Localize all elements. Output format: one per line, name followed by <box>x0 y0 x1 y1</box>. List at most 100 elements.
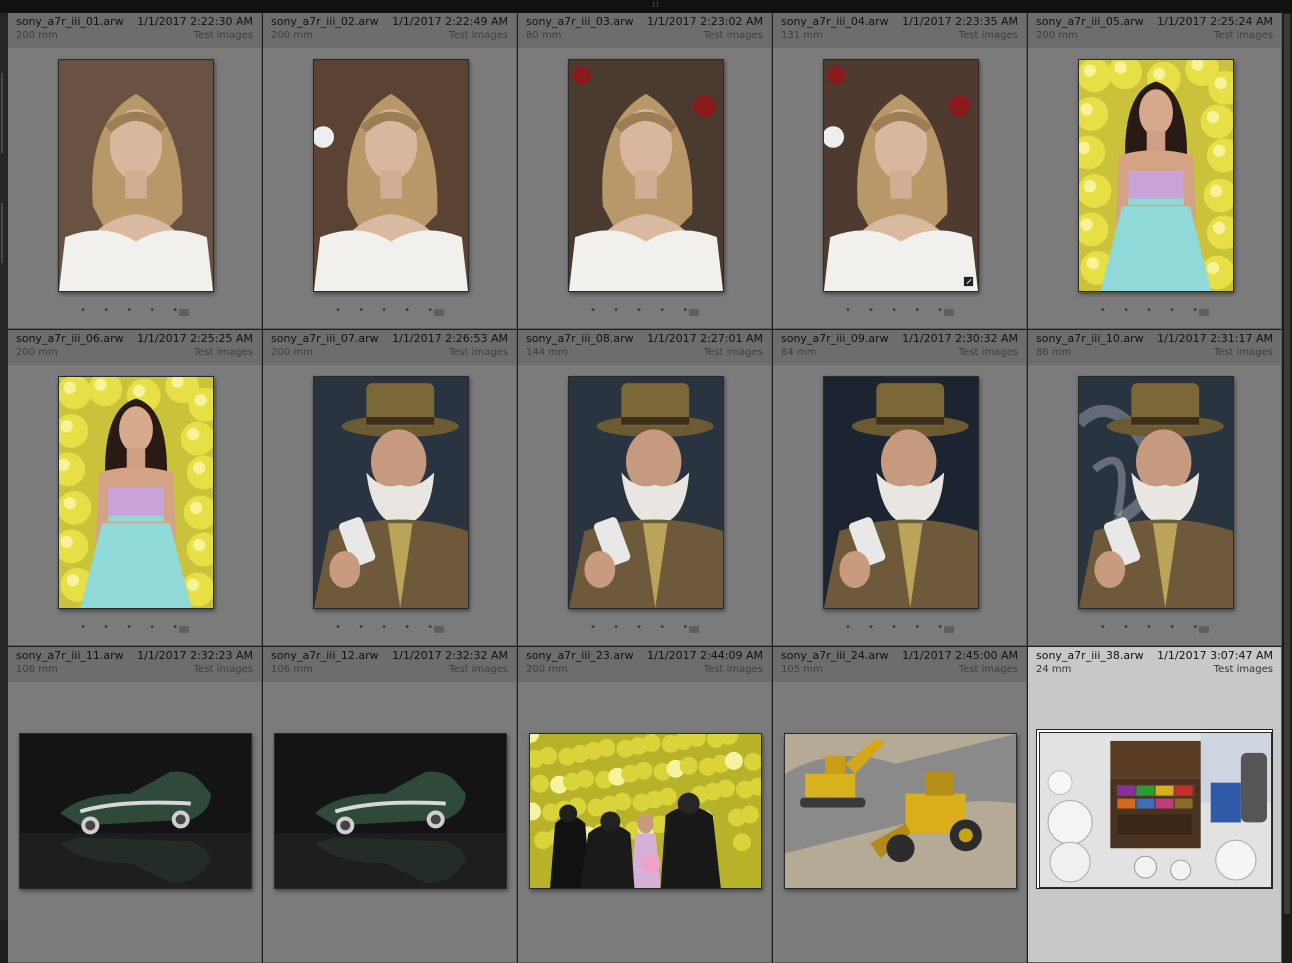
focal-length: 144 mm <box>526 347 568 358</box>
thumbnail-cell[interactable]: sony_a7r_iii_12.arw 1/1/2017 2:32:32 AM 10… <box>263 647 517 963</box>
photo-thumbnail[interactable] <box>568 376 724 609</box>
file-name: sony_a7r_iii_24.arw <box>781 649 889 662</box>
flag-icon[interactable] <box>434 309 444 316</box>
photo-thumbnail[interactable] <box>568 59 724 292</box>
photo-thumbnail[interactable] <box>19 733 252 889</box>
cell-footer: • • • • • <box>8 620 261 642</box>
flag-icon[interactable] <box>689 626 699 633</box>
focal-length: 200 mm <box>271 30 313 41</box>
file-name: sony_a7r_iii_04.arw <box>781 15 889 28</box>
focal-length: 200 mm <box>271 347 313 358</box>
collection-name: Test images <box>1213 30 1273 41</box>
top-panel-bar: ⁞⁞ <box>0 0 1292 14</box>
thumbnail-cell[interactable]: sony_a7r_iii_38.arw 1/1/2017 3:07:47 AM 24… <box>1028 647 1282 963</box>
star-rating[interactable]: • • • • • <box>1100 305 1205 316</box>
develop-adjusted-icon[interactable] <box>963 276 974 287</box>
thumbnail-cell[interactable]: sony_a7r_iii_01.arw 1/1/2017 2:22:30 AM 20… <box>8 13 262 329</box>
flag-icon[interactable] <box>1199 309 1209 316</box>
cell-metadata-header: sony_a7r_iii_11.arw 1/1/2017 2:32:23 AM 10… <box>8 647 261 682</box>
file-name: sony_a7r_iii_38.arw <box>1036 649 1144 662</box>
collection-name: Test images <box>1213 347 1273 358</box>
thumbnail-cell[interactable]: sony_a7r_iii_23.arw 1/1/2017 2:44:09 AM 20… <box>518 647 772 963</box>
thumbnail-cell[interactable]: sony_a7r_iii_04.arw 1/1/2017 2:23:35 AM 13… <box>773 13 1027 329</box>
focal-length: 200 mm <box>526 664 568 675</box>
file-name: sony_a7r_iii_08.arw <box>526 332 634 345</box>
cell-metadata-header: sony_a7r_iii_03.arw 1/1/2017 2:23:02 AM 80… <box>518 13 771 48</box>
photo-thumbnail[interactable] <box>1039 732 1272 888</box>
focal-length: 24 mm <box>1036 664 1072 675</box>
focal-length: 200 mm <box>1036 30 1078 41</box>
cell-footer: • • • • • <box>518 620 771 642</box>
photo-thumbnail[interactable] <box>529 733 762 889</box>
thumbnail-cell[interactable]: sony_a7r_iii_05.arw 1/1/2017 2:25:24 AM 20… <box>1028 13 1282 329</box>
panel-grip-icon[interactable]: ⁞⁞ <box>650 1 662 9</box>
star-rating[interactable]: • • • • • <box>845 622 950 633</box>
photo-thumbnail[interactable] <box>823 59 979 292</box>
star-rating[interactable]: • • • • • <box>1100 622 1205 633</box>
focal-length: 106 mm <box>16 664 58 675</box>
file-name: sony_a7r_iii_10.arw <box>1036 332 1144 345</box>
photo-thumbnail[interactable] <box>784 733 1017 889</box>
capture-datetime: 1/1/2017 2:32:23 AM <box>137 649 253 662</box>
photo-thumbnail[interactable] <box>313 59 469 292</box>
thumbnail-cell[interactable]: sony_a7r_iii_24.arw 1/1/2017 2:45:00 AM 10… <box>773 647 1027 963</box>
star-rating[interactable]: • • • • • <box>590 622 695 633</box>
star-rating[interactable]: • • • • • <box>335 622 440 633</box>
scrollbar-thumb[interactable] <box>1284 14 1290 914</box>
flag-icon[interactable] <box>434 626 444 633</box>
collection-name: Test images <box>703 664 763 675</box>
cell-footer: • • • • • <box>773 303 1026 325</box>
flag-icon[interactable] <box>1199 626 1209 633</box>
collection-name: Test images <box>193 30 253 41</box>
capture-datetime: 1/1/2017 2:45:00 AM <box>902 649 1018 662</box>
thumbnail-cell[interactable]: sony_a7r_iii_08.arw 1/1/2017 2:27:01 AM 14… <box>518 330 772 646</box>
flag-icon[interactable] <box>179 309 189 316</box>
capture-datetime: 1/1/2017 2:31:17 AM <box>1157 332 1273 345</box>
flag-icon[interactable] <box>689 309 699 316</box>
flag-icon[interactable] <box>179 626 189 633</box>
file-name: sony_a7r_iii_12.arw <box>271 649 379 662</box>
thumbnail-grid: sony_a7r_iii_01.arw 1/1/2017 2:22:30 AM 20… <box>8 13 1283 963</box>
cell-footer: • • • • • <box>1028 620 1281 642</box>
star-rating[interactable]: • • • • • <box>845 305 950 316</box>
star-rating[interactable]: • • • • • <box>80 622 185 633</box>
capture-datetime: 1/1/2017 2:22:30 AM <box>137 15 253 28</box>
collection-name: Test images <box>193 664 253 675</box>
capture-datetime: 1/1/2017 2:27:01 AM <box>647 332 763 345</box>
thumbnail-cell[interactable]: sony_a7r_iii_09.arw 1/1/2017 2:30:32 AM 84… <box>773 330 1027 646</box>
capture-datetime: 1/1/2017 2:26:53 AM <box>392 332 508 345</box>
cell-metadata-header: sony_a7r_iii_06.arw 1/1/2017 2:25:25 AM 20… <box>8 330 261 365</box>
collection-name: Test images <box>1213 664 1273 675</box>
star-rating[interactable]: • • • • • <box>335 305 440 316</box>
focal-length: 84 mm <box>781 347 817 358</box>
thumbnail-cell[interactable]: sony_a7r_iii_03.arw 1/1/2017 2:23:02 AM 80… <box>518 13 772 329</box>
file-name: sony_a7r_iii_06.arw <box>16 332 124 345</box>
file-name: sony_a7r_iii_05.arw <box>1036 15 1144 28</box>
collection-name: Test images <box>958 347 1018 358</box>
thumbnail-cell[interactable]: sony_a7r_iii_06.arw 1/1/2017 2:25:25 AM 20… <box>8 330 262 646</box>
cell-metadata-header: sony_a7r_iii_02.arw 1/1/2017 2:22:49 AM 20… <box>263 13 516 48</box>
collection-name: Test images <box>703 30 763 41</box>
focal-length: 106 mm <box>271 664 313 675</box>
flag-icon[interactable] <box>944 309 954 316</box>
flag-icon[interactable] <box>944 626 954 633</box>
thumbnail-cell[interactable]: sony_a7r_iii_11.arw 1/1/2017 2:32:23 AM 10… <box>8 647 262 963</box>
cell-metadata-header: sony_a7r_iii_08.arw 1/1/2017 2:27:01 AM 14… <box>518 330 771 365</box>
thumbnail-cell[interactable]: sony_a7r_iii_07.arw 1/1/2017 2:26:53 AM 20… <box>263 330 517 646</box>
photo-thumbnail[interactable] <box>313 376 469 609</box>
file-name: sony_a7r_iii_11.arw <box>16 649 124 662</box>
file-name: sony_a7r_iii_02.arw <box>271 15 379 28</box>
cell-footer: • • • • • <box>518 303 771 325</box>
photo-thumbnail[interactable] <box>823 376 979 609</box>
photo-thumbnail[interactable] <box>274 733 507 889</box>
star-rating[interactable]: • • • • • <box>590 305 695 316</box>
cell-metadata-header: sony_a7r_iii_04.arw 1/1/2017 2:23:35 AM 13… <box>773 13 1026 48</box>
photo-thumbnail[interactable] <box>58 59 214 292</box>
thumbnail-cell[interactable]: sony_a7r_iii_02.arw 1/1/2017 2:22:49 AM 20… <box>263 13 517 329</box>
photo-thumbnail[interactable] <box>1078 376 1234 609</box>
photo-thumbnail[interactable] <box>1078 59 1234 292</box>
thumbnail-cell[interactable]: sony_a7r_iii_10.arw 1/1/2017 2:31:17 AM 86… <box>1028 330 1282 646</box>
photo-thumbnail[interactable] <box>58 376 214 609</box>
cell-metadata-header: sony_a7r_iii_01.arw 1/1/2017 2:22:30 AM 20… <box>8 13 261 48</box>
star-rating[interactable]: • • • • • <box>80 305 185 316</box>
